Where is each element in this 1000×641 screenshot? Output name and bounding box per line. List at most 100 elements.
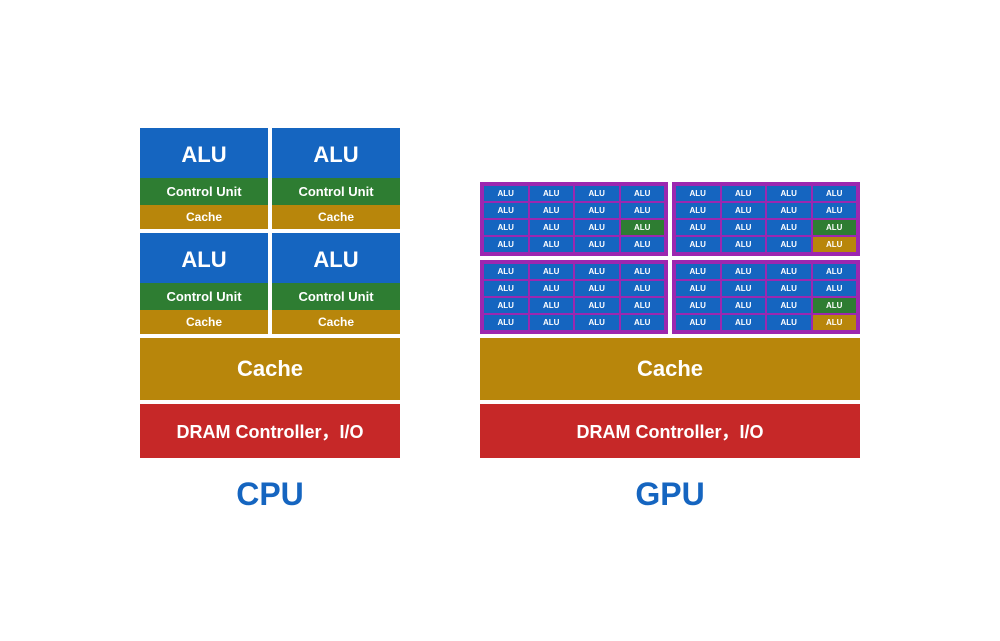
gpu-cluster3-row2: ALU ALU ALU ALU: [484, 281, 664, 296]
gpu-alu: ALU: [484, 315, 528, 330]
gpu-alu: ALU: [767, 203, 811, 218]
gpu-cluster1-row2: ALU ALU ALU ALU: [484, 203, 664, 218]
gpu-cluster1-row3: ALU ALU ALU ALU: [484, 220, 664, 235]
gpu-cluster-4: ALU ALU ALU ALU ALU ALU ALU ALU ALU ALU: [672, 260, 860, 334]
gpu-cluster4-row3: ALU ALU ALU ALU: [676, 298, 856, 313]
gpu-alu: ALU: [530, 237, 574, 252]
gpu-alu: ALU: [575, 281, 619, 296]
gpu-cluster2-row2: ALU ALU ALU ALU: [676, 203, 856, 218]
gpu-cluster2-row3: ALU ALU ALU ALU: [676, 220, 856, 235]
gpu-cluster1-row4: ALU ALU ALU ALU: [484, 237, 664, 252]
gpu-cluster1-row1: ALU ALU ALU ALU: [484, 186, 664, 201]
gpu-alu: ALU: [767, 220, 811, 235]
cpu-core1-cache: Cache: [140, 205, 268, 229]
gpu-alu: ALU: [722, 237, 766, 252]
gpu-alu: ALU: [575, 203, 619, 218]
gpu-alu: ALU: [722, 298, 766, 313]
gpu-alu: ALU: [722, 315, 766, 330]
cpu-core2-cache: Cache: [272, 205, 400, 229]
gpu-alu: ALU: [813, 203, 857, 218]
gpu-alu: ALU: [621, 298, 665, 313]
gpu-alu: ALU: [621, 281, 665, 296]
gpu-alu-gold: ALU: [813, 315, 857, 330]
gpu-cluster3-row3: ALU ALU ALU ALU: [484, 298, 664, 313]
cpu-core2-control: Control Unit: [272, 178, 400, 205]
gpu-alu: ALU: [722, 264, 766, 279]
cpu-core3-control: Control Unit: [140, 283, 268, 310]
cpu-section: ALU Control Unit Cache ALU Control Unit …: [140, 128, 400, 513]
gpu-alu: ALU: [484, 220, 528, 235]
gpu-alu: ALU: [621, 203, 665, 218]
gpu-alu: ALU: [530, 298, 574, 313]
gpu-alu: ALU: [484, 186, 528, 201]
gpu-shared-cache: Cache: [480, 338, 860, 400]
gpu-alu: ALU: [621, 237, 665, 252]
gpu-alu: ALU: [676, 315, 720, 330]
gpu-alu: ALU: [722, 203, 766, 218]
gpu-alu: ALU: [530, 186, 574, 201]
cpu-diagram: ALU Control Unit Cache ALU Control Unit …: [140, 128, 400, 458]
gpu-alu: ALU: [767, 237, 811, 252]
cpu-dram: DRAM Controller，I/O: [140, 404, 400, 458]
gpu-alu: ALU: [484, 203, 528, 218]
gpu-alu: ALU: [767, 315, 811, 330]
gpu-alu: ALU: [530, 203, 574, 218]
gpu-alu: ALU: [530, 315, 574, 330]
gpu-alu: ALU: [575, 237, 619, 252]
cpu-core3-alu: ALU: [140, 233, 268, 283]
cpu-core3-cache: Cache: [140, 310, 268, 334]
gpu-alu: ALU: [575, 186, 619, 201]
gpu-alu-green: ALU: [813, 220, 857, 235]
gpu-alu: ALU: [722, 186, 766, 201]
cpu-core-3: ALU Control Unit Cache: [140, 233, 268, 334]
gpu-alu: ALU: [813, 281, 857, 296]
gpu-alu: ALU: [621, 186, 665, 201]
cpu-core4-alu: ALU: [272, 233, 400, 283]
gpu-cluster-2: ALU ALU ALU ALU ALU ALU ALU ALU ALU ALU: [672, 182, 860, 256]
cpu-core-4: ALU Control Unit Cache: [272, 233, 400, 334]
gpu-alu: ALU: [484, 281, 528, 296]
gpu-alu: ALU: [484, 298, 528, 313]
gpu-cluster4-row2: ALU ALU ALU ALU: [676, 281, 856, 296]
cpu-core4-cache: Cache: [272, 310, 400, 334]
gpu-cluster4-row4: ALU ALU ALU ALU: [676, 315, 856, 330]
gpu-alu: ALU: [530, 264, 574, 279]
gpu-alu: ALU: [676, 203, 720, 218]
gpu-label: GPU: [635, 476, 704, 513]
gpu-cluster3-row1: ALU ALU ALU ALU: [484, 264, 664, 279]
cpu-core-1: ALU Control Unit Cache: [140, 128, 268, 229]
gpu-cluster-3: ALU ALU ALU ALU ALU ALU ALU ALU ALU ALU: [480, 260, 668, 334]
gpu-alu: ALU: [767, 281, 811, 296]
gpu-alu: ALU: [621, 315, 665, 330]
cpu-label: CPU: [236, 476, 304, 513]
gpu-alu: ALU: [676, 298, 720, 313]
gpu-cluster2-row1: ALU ALU ALU ALU: [676, 186, 856, 201]
gpu-alu: ALU: [530, 220, 574, 235]
gpu-alu: ALU: [813, 264, 857, 279]
gpu-alu: ALU: [484, 237, 528, 252]
gpu-alu: ALU: [676, 281, 720, 296]
gpu-alu: ALU: [722, 220, 766, 235]
gpu-cluster3-row4: ALU ALU ALU ALU: [484, 315, 664, 330]
gpu-alu: ALU: [575, 220, 619, 235]
gpu-core-grid: ALU ALU ALU ALU ALU ALU ALU ALU ALU ALU: [480, 182, 860, 334]
gpu-alu: ALU: [676, 264, 720, 279]
cpu-core-grid: ALU Control Unit Cache ALU Control Unit …: [140, 128, 400, 334]
gpu-alu: ALU: [767, 264, 811, 279]
gpu-alu: ALU: [676, 220, 720, 235]
gpu-dram: DRAM Controller，I/O: [480, 404, 860, 458]
gpu-alu: ALU: [767, 186, 811, 201]
cpu-core1-alu: ALU: [140, 128, 268, 178]
gpu-alu: ALU: [676, 237, 720, 252]
gpu-alu: ALU: [813, 186, 857, 201]
cpu-shared-cache: Cache: [140, 338, 400, 400]
cpu-core1-control: Control Unit: [140, 178, 268, 205]
gpu-alu: ALU: [575, 315, 619, 330]
gpu-cluster2-row4: ALU ALU ALU ALU: [676, 237, 856, 252]
gpu-alu: ALU: [621, 264, 665, 279]
cpu-core2-alu: ALU: [272, 128, 400, 178]
gpu-alu-green: ALU: [621, 220, 665, 235]
gpu-alu-green: ALU: [813, 298, 857, 313]
gpu-alu-gold: ALU: [813, 237, 857, 252]
cpu-core-2: ALU Control Unit Cache: [272, 128, 400, 229]
